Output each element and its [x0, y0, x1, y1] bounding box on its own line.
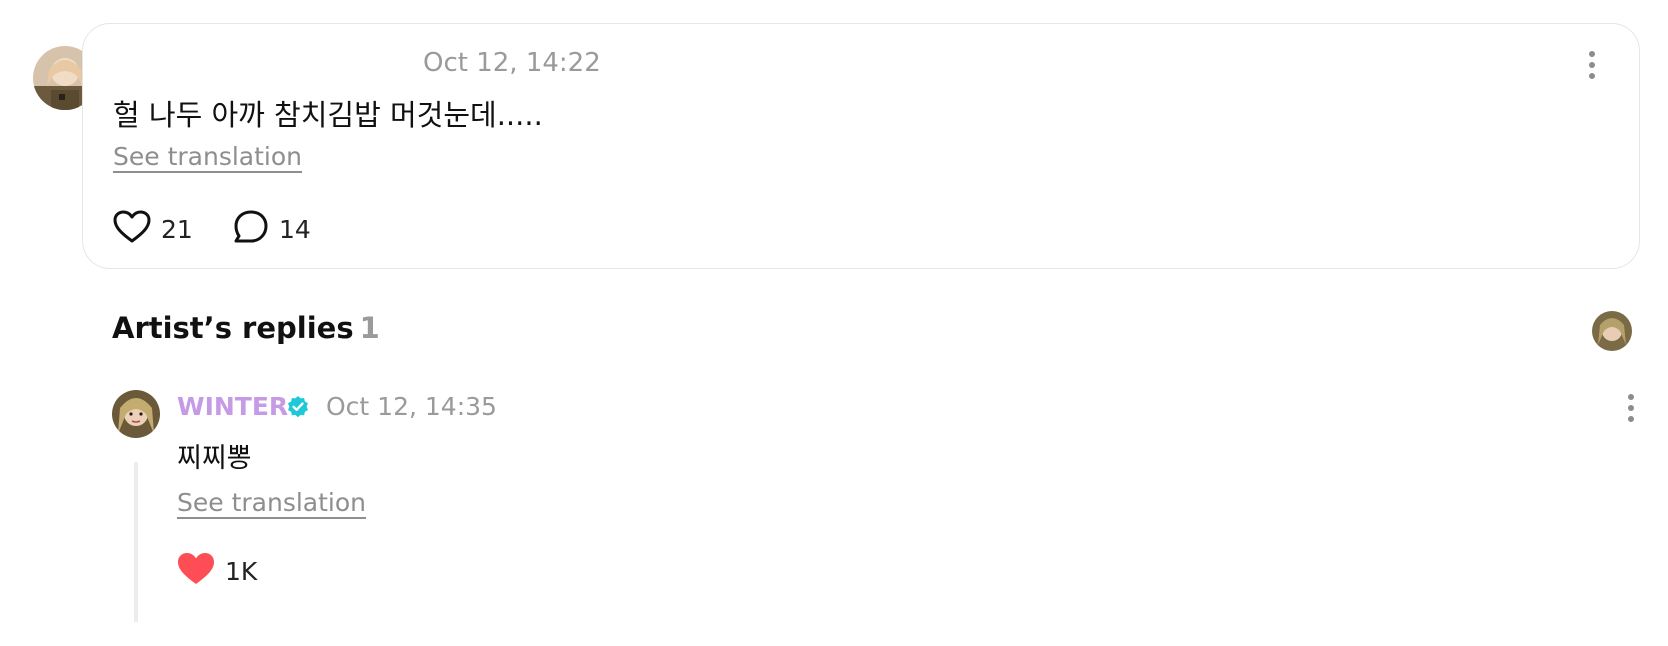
artist-replies-title: Artist’s replies [112, 311, 354, 345]
comment-text: 헐 나두 아까 참치김밥 머것눈데..... [113, 98, 543, 132]
see-translation-link[interactable]: See translation [113, 142, 302, 171]
heart-filled-icon [177, 552, 215, 590]
thread-line [134, 462, 138, 622]
reply-count: 14 [279, 214, 311, 244]
reply-like-count: 1K [225, 556, 258, 586]
heart-outline-icon [113, 210, 151, 248]
like-count: 21 [161, 214, 193, 244]
verified-badge-icon [286, 395, 310, 419]
speech-bubble-icon [233, 210, 269, 248]
reply-timestamp: Oct 12, 14:35 [326, 392, 497, 421]
reply-button[interactable]: 14 [233, 210, 311, 248]
comment-thread: Oct 12, 14:22 헐 나두 아까 참치김밥 머것눈데..... See… [0, 0, 1668, 646]
reply-text: 찌찌뽕 [177, 443, 252, 474]
reply-more-options-icon[interactable] [1627, 394, 1635, 422]
comment-timestamp: Oct 12, 14:22 [423, 48, 601, 78]
artist-name[interactable]: WINTER [177, 392, 288, 421]
artist-replies-heading: Artist’s replies 1 [112, 311, 380, 345]
reply-like-button[interactable]: 1K [177, 552, 257, 590]
like-button[interactable]: 21 [113, 210, 193, 248]
winter-avatar[interactable] [112, 390, 160, 438]
more-options-icon[interactable] [1588, 51, 1596, 79]
reply-see-translation-link[interactable]: See translation [177, 488, 366, 517]
comment-card: Oct 12, 14:22 헐 나두 아까 참치김밥 머것눈데..... See… [82, 23, 1640, 269]
artist-avatar-indicator[interactable] [1592, 311, 1632, 351]
artist-replies-count: 1 [359, 311, 380, 345]
